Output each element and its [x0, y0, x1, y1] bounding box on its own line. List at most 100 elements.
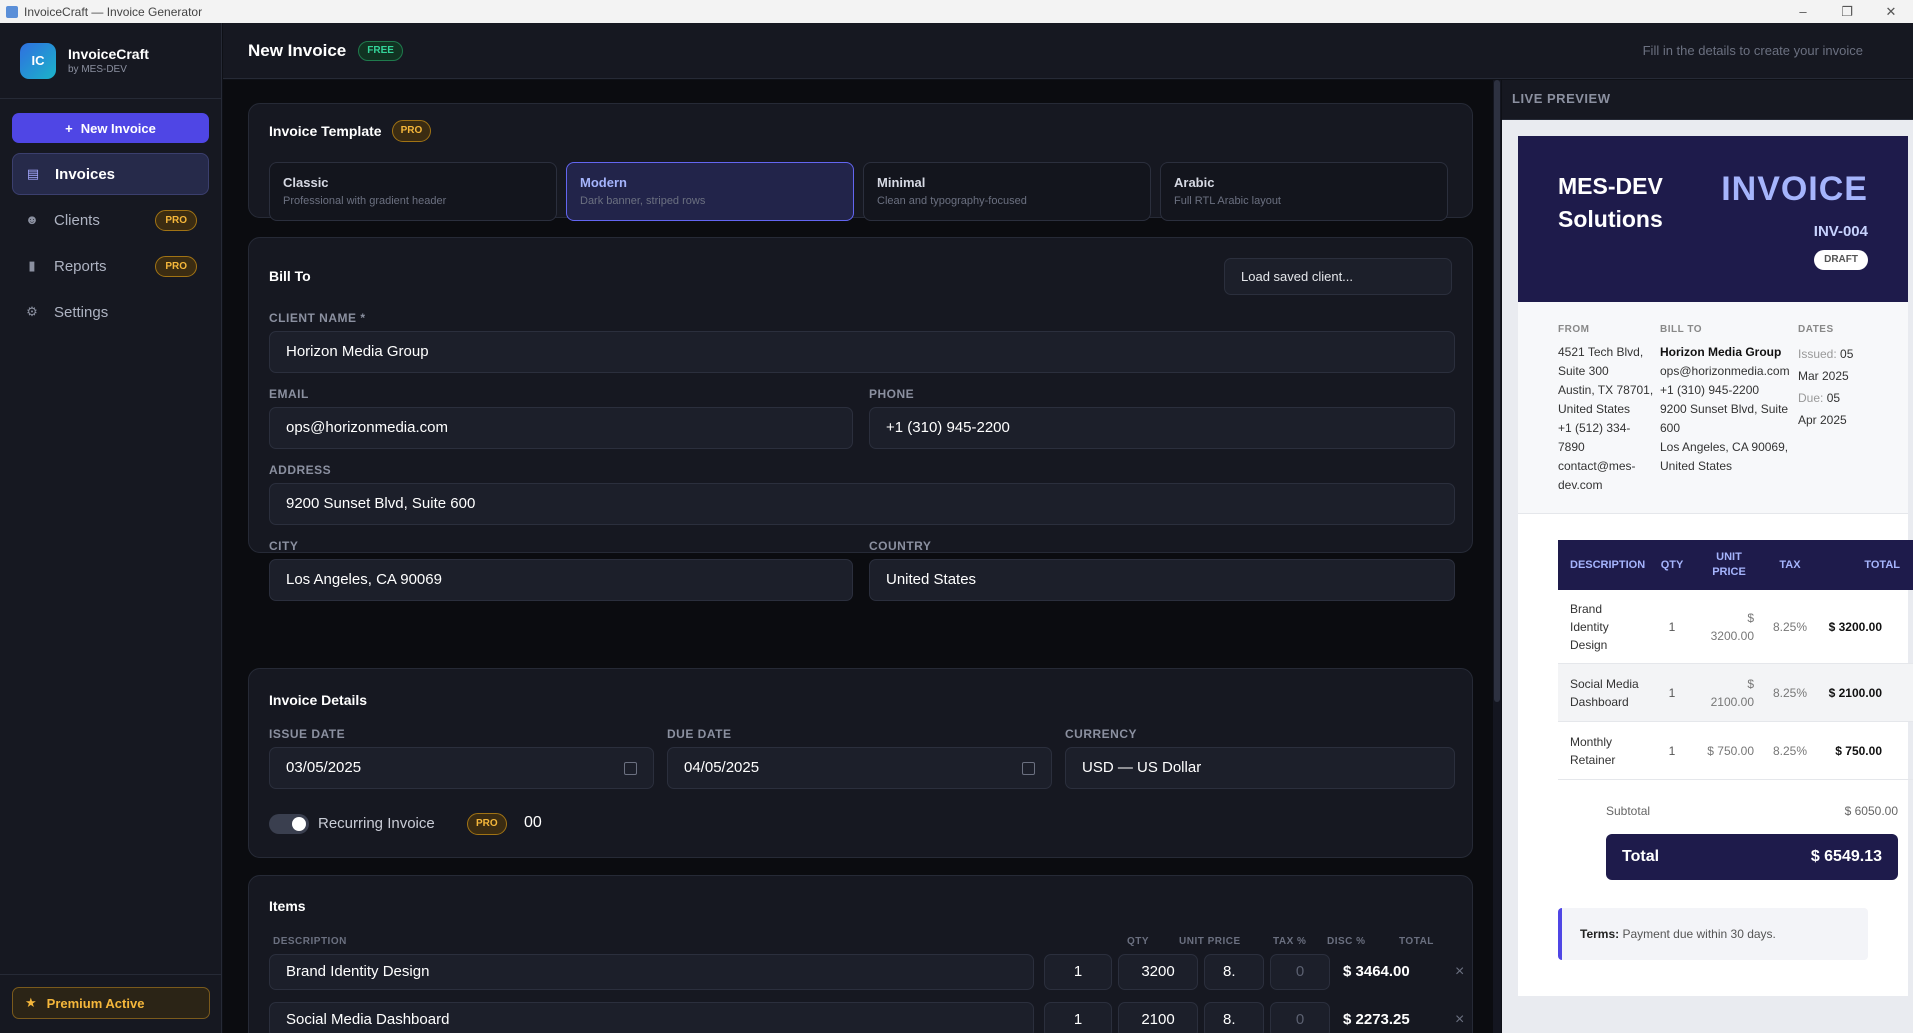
- remove-item-icon[interactable]: ×: [1455, 1002, 1464, 1033]
- terms-text: Payment due within 30 days.: [1622, 927, 1776, 941]
- brand-byline: by MES-DEV: [68, 64, 127, 75]
- document-icon: ▤: [26, 166, 40, 181]
- window-titlebar: InvoiceCraft — Invoice Generator – ❐ ✕: [0, 0, 1913, 23]
- item-unit-price-input[interactable]: 2100: [1118, 1002, 1198, 1033]
- invoice-details-card: Invoice Details ISSUE DATE 03/05/2025 DU…: [248, 668, 1473, 858]
- row-total: $ 750.00: [1835, 743, 1882, 758]
- col-header-unit-price: UNIT PRICE: [1179, 936, 1241, 947]
- sidebar-item-settings[interactable]: ⚙ Settings: [12, 291, 209, 333]
- table-header: DESCRIPTION QTY UNIT PRICE TAX TOTAL: [1558, 540, 1913, 590]
- address-field[interactable]: 9200 Sunset Blvd, Suite 600: [269, 483, 1455, 525]
- col-header-description: DESCRIPTION: [273, 936, 347, 947]
- status-badge: DRAFT: [1814, 250, 1868, 270]
- star-icon: ★: [25, 995, 37, 1010]
- header-hint: Fill in the details to create your invoi…: [1642, 43, 1863, 58]
- scrollbar[interactable]: [1493, 80, 1501, 1033]
- client-name-input[interactable]: Horizon Media Group: [269, 331, 1455, 373]
- item-description-input[interactable]: Social Media Dashboard: [269, 1002, 1034, 1033]
- country-label: COUNTRY: [869, 539, 932, 553]
- premium-status[interactable]: ★ Premium Active: [12, 987, 210, 1019]
- from-line: dev.com: [1558, 478, 1603, 492]
- item-unit-price-input[interactable]: 3200: [1118, 954, 1198, 990]
- subtotal-label: Subtotal: [1606, 804, 1651, 818]
- city-label: CITY: [269, 539, 299, 553]
- calendar-icon[interactable]: [1022, 762, 1035, 775]
- premium-label: Premium Active: [46, 995, 145, 1011]
- bill-to-line: +1 (310) 945-2200: [1660, 383, 1760, 397]
- preview-items-table: DESCRIPTION QTY UNIT PRICE TAX TOTAL Bra…: [1558, 540, 1913, 780]
- city-field[interactable]: Los Angeles, CA 90069: [269, 559, 853, 601]
- brand-logo: IC: [20, 42, 56, 79]
- new-invoice-button[interactable]: + New Invoice: [12, 113, 209, 143]
- template-option-classic[interactable]: Classic Professional with gradient heade…: [269, 162, 557, 221]
- issue-date-label: ISSUE DATE: [269, 727, 346, 741]
- item-disc-input[interactable]: 0: [1270, 954, 1330, 990]
- issue-date-input[interactable]: 03/05/2025: [269, 747, 654, 789]
- dates-block: Issued: 05 Mar 2025 Due: 05 Apr 2025: [1798, 343, 1858, 431]
- currency-select[interactable]: USD — US Dollar: [1065, 747, 1455, 789]
- pro-badge: PRO: [467, 813, 507, 835]
- invoice-number: INV-004: [1813, 223, 1868, 240]
- template-option-arabic[interactable]: Arabic Full RTL Arabic layout: [1160, 162, 1448, 221]
- item-description-input[interactable]: Brand Identity Design: [269, 954, 1034, 990]
- row-description: Monthly Retainer: [1570, 734, 1616, 767]
- live-preview: LIVE PREVIEW MES-DEV Solutions INVOICE I…: [1502, 80, 1913, 1033]
- bill-to-label: BILL TO: [1660, 324, 1703, 335]
- item-tax-input[interactable]: 8.: [1204, 1002, 1264, 1033]
- country-field[interactable]: United States: [869, 559, 1455, 601]
- app-icon: [6, 5, 18, 18]
- col-header-tax: TAX: [1779, 559, 1801, 571]
- bill-to-card: Bill To Load saved client... CLIENT NAME…: [248, 237, 1473, 601]
- email-field[interactable]: ops@horizonmedia.com: [269, 407, 853, 449]
- page-title: New Invoice: [248, 40, 347, 60]
- remove-item-icon[interactable]: ×: [1455, 954, 1464, 990]
- bill-to-line: United States: [1660, 459, 1733, 473]
- invoice-banner: MES-DEV Solutions INVOICE INV-004 DRAFT: [1518, 136, 1908, 302]
- sidebar-item-label: Reports: [54, 257, 107, 275]
- sidebar-item-reports[interactable]: ▮ Reports PRO: [12, 245, 209, 287]
- new-invoice-label: New Invoice: [80, 120, 156, 136]
- section-title: Bill To: [269, 268, 311, 284]
- template-desc: Professional with gradient header: [283, 195, 447, 207]
- template-desc: Dark banner, striped rows: [580, 195, 706, 207]
- plus-icon: +: [65, 120, 73, 136]
- phone-label: PHONE: [869, 387, 915, 401]
- minimize-icon[interactable]: –: [1781, 0, 1825, 23]
- sidebar-item-clients[interactable]: ☻ Clients PRO: [12, 199, 209, 241]
- scrollbar-thumb[interactable]: [1494, 80, 1500, 702]
- row-description: Brand Identity Design: [1570, 601, 1609, 652]
- col-header-disc: DISC %: [1327, 936, 1366, 947]
- item-tax-input[interactable]: 8.: [1204, 954, 1264, 990]
- item-qty-input[interactable]: 1: [1044, 954, 1112, 990]
- row-total: $ 2100.00: [1828, 685, 1882, 700]
- col-header-total: TOTAL: [1399, 936, 1434, 947]
- item-qty-input[interactable]: 1: [1044, 1002, 1112, 1033]
- section-title: Items: [269, 898, 306, 914]
- item-disc-input[interactable]: 0: [1270, 1002, 1330, 1033]
- calendar-icon[interactable]: [624, 762, 637, 775]
- close-icon[interactable]: ✕: [1869, 0, 1913, 23]
- recurring-label: Recurring Invoice: [318, 815, 435, 832]
- bill-to-line: 600: [1660, 421, 1681, 435]
- bill-to-line: 9200 Sunset Blvd, Suite: [1660, 402, 1789, 416]
- template-option-modern[interactable]: Modern Dark banner, striped rows: [566, 162, 854, 221]
- total-row: Total $ 6549.13: [1606, 834, 1898, 880]
- row-qty: 1: [1668, 619, 1676, 634]
- due-month: Apr 2025: [1798, 413, 1847, 427]
- recurring-toggle[interactable]: [269, 814, 309, 834]
- row-tax: 8.25%: [1772, 743, 1808, 758]
- load-saved-client-select[interactable]: Load saved client...: [1224, 258, 1452, 295]
- item-total: $ 2273.25: [1343, 1011, 1410, 1028]
- pro-badge: PRO: [155, 210, 197, 231]
- due-date-input[interactable]: 04/05/2025: [667, 747, 1052, 789]
- section-title: Invoice Details: [269, 692, 368, 708]
- restore-icon[interactable]: ❐: [1825, 0, 1869, 23]
- sidebar-item-invoices[interactable]: ▤ Invoices: [12, 153, 209, 195]
- phone-field[interactable]: +1 (310) 945-2200: [869, 407, 1455, 449]
- section-title: Invoice Template: [269, 123, 382, 139]
- invoice-form: Invoice Template PRO Classic Professiona…: [223, 80, 1493, 1033]
- sidebar: IC InvoiceCraft by MES-DEV + New Invoice…: [0, 23, 222, 1033]
- item-total: $ 3464.00: [1343, 963, 1410, 980]
- template-option-minimal[interactable]: Minimal Clean and typography-focused: [863, 162, 1151, 221]
- invoice-heading: INVOICE: [1721, 170, 1868, 208]
